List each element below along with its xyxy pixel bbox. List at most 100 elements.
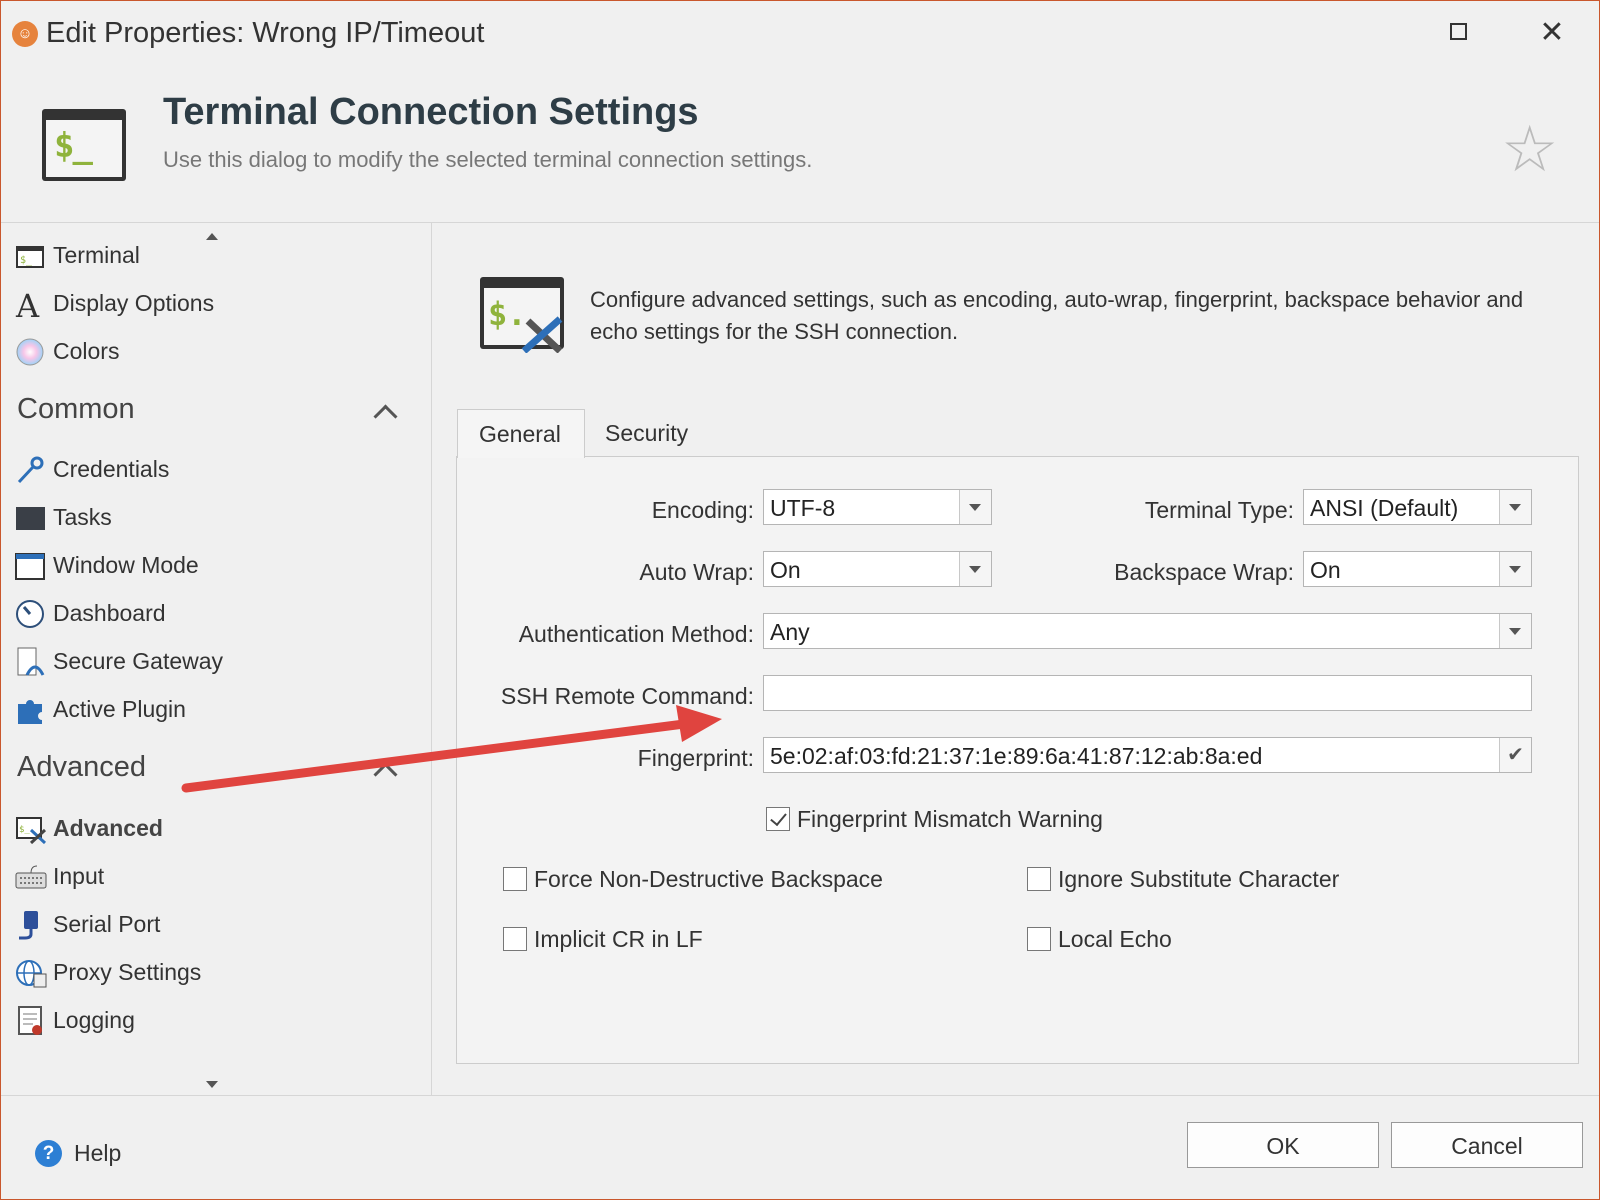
terminal-icon-screen: $_ <box>46 120 122 177</box>
sidebar-item-proxy-settings[interactable]: Proxy Settings <box>15 952 415 992</box>
chevron-down-icon[interactable] <box>959 490 991 524</box>
section-header-common: Common <box>17 393 135 425</box>
backspace-wrap-value: On <box>1310 557 1341 583</box>
gateway-icon <box>17 647 45 676</box>
settings-sidebar: $_ Terminal A Display Options Colors Com… <box>1 223 432 1095</box>
fingerprint-mismatch-checkbox[interactable] <box>766 807 790 831</box>
tasks-icon <box>16 507 45 530</box>
ssh-remote-command-input[interactable] <box>763 675 1532 711</box>
encoding-select[interactable]: UTF-8 <box>763 489 992 525</box>
fingerprint-value: 5e:02:af:03:fd:21:37:1e:89:6a:41:87:12:a… <box>770 743 1263 769</box>
cancel-button[interactable]: Cancel <box>1391 1122 1583 1168</box>
chevron-down-icon[interactable] <box>1499 490 1531 524</box>
collapse-advanced-icon[interactable] <box>373 762 398 787</box>
favorite-star-icon[interactable]: ☆ <box>1501 117 1558 181</box>
help-link[interactable]: Help <box>74 1140 121 1167</box>
sidebar-item-label: Credentials <box>53 456 170 482</box>
terminal-type-value: ANSI (Default) <box>1310 495 1459 521</box>
dashboard-icon <box>16 600 44 628</box>
tab-security-label: Security <box>605 420 689 446</box>
sidebar-item-terminal[interactable]: $_ Terminal <box>15 235 415 275</box>
sidebar-item-display-options[interactable]: A Display Options <box>15 283 415 323</box>
auto-wrap-label: Auto Wrap: <box>639 559 754 585</box>
terminal-icon: $_ <box>16 246 44 268</box>
encoding-label: Encoding: <box>651 497 754 523</box>
ignore-substitute-character-label[interactable]: Ignore Substitute Character <box>1058 866 1339 893</box>
tab-general-label: General <box>479 421 561 447</box>
local-echo-checkbox[interactable] <box>1027 927 1051 951</box>
ok-button[interactable]: OK <box>1187 1122 1379 1168</box>
sidebar-item-secure-gateway[interactable]: Secure Gateway <box>15 641 415 681</box>
sidebar-item-colors[interactable]: Colors <box>15 331 415 371</box>
sidebar-item-logging[interactable]: Logging <box>15 1000 415 1040</box>
tab-general[interactable]: General <box>457 409 585 458</box>
chevron-down-icon[interactable] <box>1499 614 1531 648</box>
encoding-value: UTF-8 <box>770 495 836 521</box>
fingerprint-input[interactable]: 5e:02:af:03:fd:21:37:1e:89:6a:41:87:12:a… <box>763 737 1532 773</box>
edit-properties-dialog: ☺ Edit Properties: Wrong IP/Timeout ✕ $_… <box>0 0 1600 1200</box>
dialog-header: $_ Terminal Connection Settings Use this… <box>1 65 1599 223</box>
local-echo-label[interactable]: Local Echo <box>1058 926 1172 953</box>
svg-text:$_: $_ <box>19 825 30 835</box>
checkmark-icon[interactable]: ✔ <box>1499 738 1531 772</box>
sidebar-item-label: Proxy Settings <box>53 959 202 985</box>
backspace-wrap-label: Backspace Wrap: <box>1114 559 1294 585</box>
tab-security[interactable]: Security <box>591 409 711 457</box>
section-header-advanced: Advanced <box>17 751 146 783</box>
sidebar-item-advanced[interactable]: $_ Advanced <box>15 808 415 848</box>
sidebar-item-label: Dashboard <box>53 600 166 626</box>
sidebar-item-label: Secure Gateway <box>53 648 224 674</box>
window-title: Edit Properties: Wrong IP/Timeout <box>46 17 485 49</box>
sidebar-item-label: Input <box>53 863 105 889</box>
implicit-cr-in-lf-checkbox[interactable] <box>503 927 527 951</box>
advanced-icon: $_ <box>16 817 47 844</box>
sidebar-item-tasks[interactable]: Tasks <box>15 497 415 537</box>
window-icon <box>15 553 45 580</box>
fingerprint-mismatch-label[interactable]: Fingerprint Mismatch Warning <box>797 806 1103 833</box>
header-subtitle: Use this dialog to modify the selected t… <box>163 147 813 172</box>
title-bar: ☺ Edit Properties: Wrong IP/Timeout ✕ <box>1 1 1599 65</box>
force-non-destructive-backspace-label[interactable]: Force Non-Destructive Backspace <box>534 866 883 893</box>
globe-icon <box>16 960 47 988</box>
maximize-button[interactable] <box>1436 13 1482 53</box>
auth-method-label: Authentication Method: <box>518 621 754 647</box>
terminal-type-select[interactable]: ANSI (Default) <box>1303 489 1532 525</box>
sidebar-item-label: Advanced <box>53 815 163 841</box>
svg-text:A: A <box>15 289 40 319</box>
implicit-cr-in-lf-label[interactable]: Implicit CR in LF <box>534 926 703 953</box>
app-logo-icon: ☺ <box>12 21 38 47</box>
terminal-prompt-glyph: $_ <box>54 126 93 166</box>
sidebar-item-label: Window Mode <box>53 552 199 578</box>
auto-wrap-select[interactable]: On <box>763 551 992 587</box>
sidebar-item-label: Serial Port <box>53 911 161 937</box>
serial-port-icon <box>19 911 38 940</box>
dialog-footer: ? Help OK Cancel <box>1 1095 1599 1199</box>
force-non-destructive-backspace-checkbox[interactable] <box>503 867 527 891</box>
sidebar-item-input[interactable]: Input <box>15 856 415 896</box>
auth-method-select[interactable]: Any <box>763 613 1532 649</box>
terminal-header-icon: $_ <box>42 109 126 181</box>
auto-wrap-value: On <box>770 557 801 583</box>
close-button[interactable]: ✕ <box>1529 13 1575 53</box>
colors-icon <box>16 338 44 366</box>
header-title: Terminal Connection Settings <box>163 91 699 133</box>
sidebar-item-serial-port[interactable]: Serial Port <box>15 904 415 944</box>
sidebar-scroll-down-icon[interactable] <box>206 1081 218 1088</box>
help-icon[interactable]: ? <box>35 1140 62 1167</box>
sidebar-item-dashboard[interactable]: Dashboard <box>15 593 415 633</box>
plugin-icon <box>18 700 42 724</box>
keyboard-icon <box>15 865 47 889</box>
auth-method-value: Any <box>770 619 810 645</box>
advanced-description: Configure advanced settings, such as enc… <box>590 287 1524 344</box>
sidebar-item-label: Display Options <box>53 290 215 316</box>
sidebar-item-window-mode[interactable]: Window Mode <box>15 545 415 585</box>
backspace-wrap-select[interactable]: On <box>1303 551 1532 587</box>
chevron-down-icon[interactable] <box>959 552 991 586</box>
sidebar-item-label: Terminal <box>53 242 140 268</box>
ignore-substitute-character-checkbox[interactable] <box>1027 867 1051 891</box>
sidebar-item-credentials[interactable]: Credentials <box>15 449 415 489</box>
sidebar-item-active-plugin[interactable]: Active Plugin <box>15 689 415 729</box>
sidebar-item-label: Tasks <box>53 504 112 530</box>
collapse-common-icon[interactable] <box>373 404 398 429</box>
chevron-down-icon[interactable] <box>1499 552 1531 586</box>
